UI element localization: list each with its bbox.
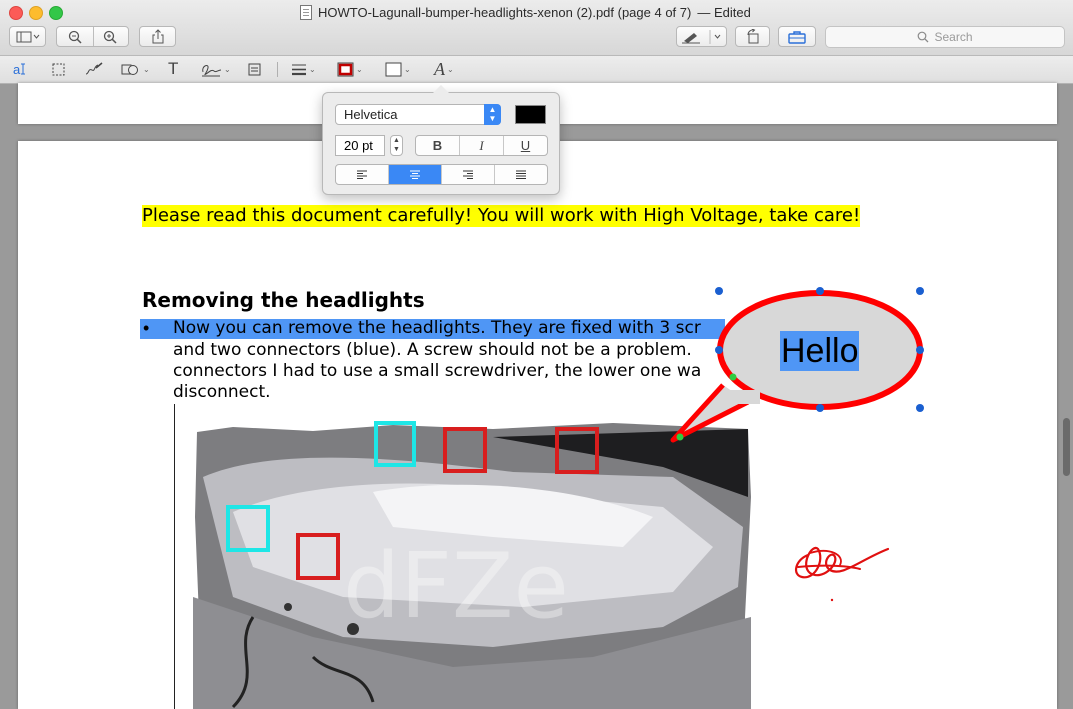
section-heading: Removing the headlights: [142, 288, 425, 312]
chevron-down-icon: ⌄: [143, 64, 150, 74]
align-left-button[interactable]: [336, 165, 388, 184]
text-tool-label: T: [168, 59, 179, 78]
font-size-stepper[interactable]: ▲ ▼: [390, 135, 403, 156]
markup-toolbox-button[interactable]: [778, 26, 816, 47]
zoom-out-button[interactable]: [57, 30, 93, 44]
font-family-select[interactable]: Helvetica ▲ ▼: [335, 104, 501, 125]
resize-handle[interactable]: [715, 346, 723, 354]
chevron-down-icon: ⌄: [309, 64, 316, 74]
search-placeholder: Search: [934, 30, 973, 44]
bullet-mark: •: [143, 318, 150, 338]
fill-color-icon: [385, 62, 402, 76]
highlight-button[interactable]: [676, 26, 727, 47]
align-center-button[interactable]: [388, 165, 441, 184]
edited-status: — Edited: [697, 5, 751, 20]
text-tool[interactable]: T: [168, 59, 178, 79]
text-selection-tool[interactable]: a: [13, 59, 26, 79]
resize-handle[interactable]: [916, 346, 924, 354]
handwritten-signature[interactable]: [790, 535, 895, 605]
line-style-tool[interactable]: ⌄: [291, 59, 316, 79]
markup-toolbar: a ⌄ T ⌄ ⌄ ⌄ ⌄ A ⌄: [0, 56, 1073, 84]
notes-tool[interactable]: [248, 59, 261, 79]
border-color-tool[interactable]: ⌄: [337, 59, 363, 79]
paragraph-line: Now you can remove the headlights. They …: [173, 318, 701, 338]
sketch-tool[interactable]: [84, 59, 104, 79]
share-icon: [152, 29, 163, 44]
bold-button[interactable]: B: [416, 136, 459, 155]
font-size-field[interactable]: 20 pt: [335, 135, 385, 156]
marquee-selection-icon: [52, 63, 65, 75]
fill-color-tool[interactable]: ⌄: [385, 59, 411, 79]
signature-tool[interactable]: ⌄: [200, 59, 231, 79]
pdf-document-icon: [300, 5, 312, 20]
toolbox-icon: [788, 30, 806, 44]
zoom-in-button[interactable]: [93, 30, 129, 44]
watermark-text: dFZe: [343, 534, 569, 639]
resize-handle[interactable]: [916, 287, 924, 295]
resize-handle[interactable]: [715, 287, 723, 295]
minimize-window-button[interactable]: [29, 6, 43, 20]
text-style-label: A: [434, 58, 445, 79]
shapes-icon: [121, 64, 138, 75]
paragraph-line: connectors I had to use a small screwdri…: [173, 361, 702, 381]
share-button[interactable]: [139, 26, 176, 47]
chevron-down-icon: ⌄: [447, 64, 454, 74]
rotate-button[interactable]: [735, 26, 770, 47]
callout-text[interactable]: Hello: [780, 331, 860, 371]
align-justify-icon: [516, 170, 526, 179]
resize-handle[interactable]: [816, 404, 824, 412]
text-alignment-segment: [335, 164, 548, 185]
search-field[interactable]: Search: [825, 26, 1065, 48]
italic-button[interactable]: I: [459, 136, 503, 155]
warning-highlight-text: Please read this document carefully! You…: [142, 205, 861, 227]
align-left-icon: [357, 170, 367, 179]
chevron-down-icon: ⌄: [404, 64, 411, 74]
tail-handle[interactable]: [676, 433, 684, 441]
font-family-value: Helvetica: [344, 107, 398, 122]
resize-handle[interactable]: [816, 287, 824, 295]
text-style-tool[interactable]: A ⌄: [434, 59, 454, 79]
search-icon: [918, 31, 929, 43]
toolbar-separator: [277, 62, 278, 77]
text-selection-label: a: [13, 61, 21, 77]
font-style-segment: B I U: [415, 135, 548, 156]
align-right-button[interactable]: [441, 165, 494, 184]
select-arrows-icon: ▲ ▼: [484, 104, 501, 125]
document-title: HOWTO-Lagunall-bumper-headlights-xenon (…: [318, 5, 692, 20]
vertical-scrollbar-thumb[interactable]: [1063, 418, 1070, 476]
paragraph-line: disconnect.: [173, 382, 271, 402]
zoom-controls: [56, 26, 129, 47]
headlight-photo: dFZe: [193, 421, 751, 709]
window-toolbar: HOWTO-Lagunall-bumper-headlights-xenon (…: [0, 0, 1073, 56]
border-color-icon: [337, 62, 354, 76]
chevron-down-icon: ⌄: [356, 64, 363, 74]
rectangular-selection-tool[interactable]: [52, 59, 65, 79]
zoom-window-button[interactable]: [49, 6, 63, 20]
chevron-down-icon: ⌄: [224, 64, 231, 74]
paragraph-line: and two connectors (blue). A screw shoul…: [173, 340, 692, 360]
tail-handle[interactable]: [729, 373, 737, 381]
shapes-tool[interactable]: ⌄: [121, 59, 150, 79]
line-style-icon: [292, 64, 306, 75]
zoom-in-icon: [104, 30, 117, 44]
font-popover: Helvetica ▲ ▼ 20 pt ▲ ▼ B I U: [322, 85, 560, 195]
close-window-button[interactable]: [9, 6, 23, 20]
align-center-icon: [410, 170, 420, 179]
sidebar-icon: [16, 31, 39, 42]
align-justify-button[interactable]: [494, 165, 547, 184]
align-right-icon: [463, 170, 473, 179]
note-icon: [248, 63, 261, 75]
highlighter-icon: [681, 29, 720, 44]
zoom-out-icon: [68, 30, 82, 44]
sidebar-view-button[interactable]: [9, 26, 46, 47]
resize-handle[interactable]: [916, 404, 924, 412]
underline-button[interactable]: U: [503, 136, 547, 155]
sketch-pen-icon: [85, 62, 103, 75]
window-title: HOWTO-Lagunall-bumper-headlights-xenon (…: [300, 5, 751, 20]
text-cursor-icon: [21, 63, 26, 75]
content-divider-line: [174, 404, 175, 709]
signature-icon: [202, 64, 222, 76]
rotate-left-icon: [746, 29, 758, 44]
font-color-swatch[interactable]: [515, 105, 546, 124]
